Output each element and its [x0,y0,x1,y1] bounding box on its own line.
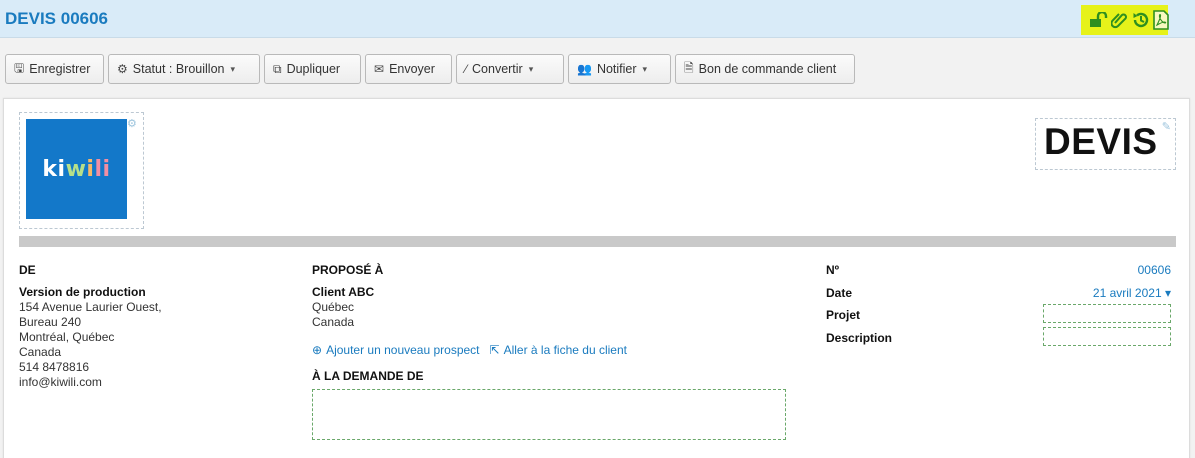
quote-document: kiwili ⚙ DEVIS ✎ DE Version de productio… [3,98,1190,458]
document-icon-strip [1081,5,1169,35]
quote-meta-block: Nº 00606 Date 21 avril 2021 ▾ Projet Des… [826,263,1171,353]
external-link-icon: ⇱ [489,343,500,357]
goto-client-link[interactable]: ⇱ Aller à la fiche du client [490,343,627,357]
status-dropdown[interactable]: ⚙ Statut : Brouillon ▾ [108,54,260,84]
convert-label: Convertir [472,62,523,76]
action-toolbar: 🖫 Enregistrer ⚙ Statut : Brouillon ▾ ⧉ D… [5,54,855,84]
project-field[interactable] [1043,304,1171,323]
save-button[interactable]: 🖫 Enregistrer [5,54,104,84]
project-label: Projet [826,308,861,322]
gear-icon[interactable]: ⚙ [127,117,137,130]
document-type-title: DEVIS [1044,121,1158,162]
copy-icon: ⧉ [273,61,282,76]
paperclip-icon[interactable] [1111,9,1129,31]
chevron-down-icon: ▾ [230,63,236,74]
description-label: Description [826,330,893,345]
magic-wand-icon: ⁄ [465,62,468,76]
sender-block: DE Version de production 154 Avenue Laur… [19,263,219,390]
plus-circle-icon: ⊕ [312,343,323,357]
document-icon: 🗎 [684,60,694,75]
client-address-line: Québec [312,300,355,314]
logo-wordmark: kiwili [42,156,111,182]
sender-email: info@kiwili.com [19,375,102,389]
client-name[interactable]: Client ABC [312,285,792,300]
convert-dropdown[interactable]: ⁄ Convertir ▾ [456,54,564,84]
purchase-order-button[interactable]: 🗎 Bon de commande client [675,54,855,84]
company-logo: kiwili [26,119,127,219]
sender-heading: DE [19,263,36,277]
title-bar: DEVIS 00606 [0,0,1195,38]
status-label: Statut : Brouillon [132,62,225,76]
sender-phone: 514 8478816 [19,360,90,374]
add-prospect-link[interactable]: ⊕ Ajouter un nouveau prospect [312,343,480,357]
requested-by-field[interactable] [312,389,786,440]
sender-address-line: Canada [19,345,62,359]
notify-dropdown[interactable]: 👥 Notifier ▾ [568,54,671,84]
sender-address-line: Bureau 240 [19,315,82,329]
sender-address-line: 154 Avenue Laurier Ouest, [19,300,162,314]
duplicate-button[interactable]: ⧉ Dupliquer [264,54,361,84]
client-address-line: Canada [312,315,355,329]
page-title: DEVIS 00606 [5,9,109,28]
date-label: Date [826,285,853,300]
meta-description-row: Description [826,326,1171,354]
floppy-disk-icon: 🖫 [14,60,25,75]
purchase-order-label: Bon de commande client [698,62,837,76]
send-label: Envoyer [389,62,435,76]
caret-down-icon: ▾ [1164,285,1171,300]
header-divider [19,236,1176,247]
chevron-down-icon: ▾ [642,63,648,74]
save-label: Enregistrer [29,62,91,76]
recipient-block: PROPOSÉ À Client ABC Québec Canada ⊕ Ajou… [312,263,792,440]
date-picker[interactable]: 21 avril 2021 ▾ [1093,286,1171,300]
logo-area[interactable]: kiwili ⚙ [19,112,144,229]
users-icon: 👥 [577,62,592,76]
cogs-icon: ⚙ [117,62,128,76]
number-label: Nº [826,263,840,277]
description-field[interactable] [1043,326,1171,346]
duplicate-label: Dupliquer [286,62,341,76]
envelope-icon: ✉ [374,62,385,76]
sender-address-line: Montréal, Québec [19,330,115,344]
notify-label: Notifier [596,62,637,76]
unlock-icon[interactable] [1089,9,1108,31]
recipient-heading: PROPOSÉ À [312,263,384,277]
edit-icon[interactable]: ✎ [1162,120,1171,133]
requested-by-heading: À LA DEMANDE DE [312,369,424,383]
chevron-down-icon: ▾ [528,63,534,74]
send-button[interactable]: ✉ Envoyer [365,54,452,84]
meta-number-row: Nº 00606 [826,263,1171,286]
client-links: ⊕ Ajouter un nouveau prospect ⇱ Aller à la… [312,343,792,357]
pdf-icon[interactable] [1153,9,1169,31]
history-icon[interactable] [1132,9,1150,31]
quote-number[interactable]: 00606 [1138,263,1171,277]
document-type-area[interactable]: DEVIS ✎ [1035,118,1176,170]
sender-name: Version de production [19,285,146,299]
